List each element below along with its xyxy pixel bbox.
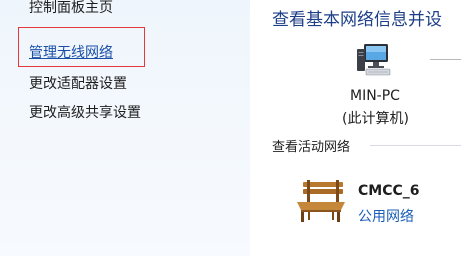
network-type-link[interactable]: 公用网络 xyxy=(358,206,414,226)
page-title: 查看基本网络信息并设 xyxy=(272,10,442,30)
computer-icon[interactable] xyxy=(356,43,392,77)
computer-name: MIN-PC xyxy=(350,88,400,104)
network-name: CMCC_6 xyxy=(358,183,420,199)
active-networks-title: 查看活动网络 xyxy=(272,140,351,155)
sidebar-home-link[interactable]: 控制面板主页 xyxy=(29,0,113,17)
section-divider xyxy=(370,145,461,146)
sidebar-link-advanced-sharing[interactable]: 更改高级共享设置 xyxy=(29,102,141,122)
network-sharing-center-window: 控制面板主页 管理无线网络 更改适配器设置 更改高级共享设置 查看基本网络信息并… xyxy=(0,0,461,256)
computer-subtitle: (此计算机) xyxy=(342,111,409,127)
sidebar: 控制面板主页 管理无线网络 更改适配器设置 更改高级共享设置 xyxy=(0,0,250,256)
network-map-connector xyxy=(430,59,461,60)
main-panel: 查看基本网络信息并设 MIN-PC (此计算机) 查看活动网络 CMCC_6 公… xyxy=(250,0,461,256)
bench-icon xyxy=(297,180,345,222)
sidebar-link-change-adapter[interactable]: 更改适配器设置 xyxy=(29,73,127,93)
sidebar-link-manage-wireless[interactable]: 管理无线网络 xyxy=(29,42,113,62)
